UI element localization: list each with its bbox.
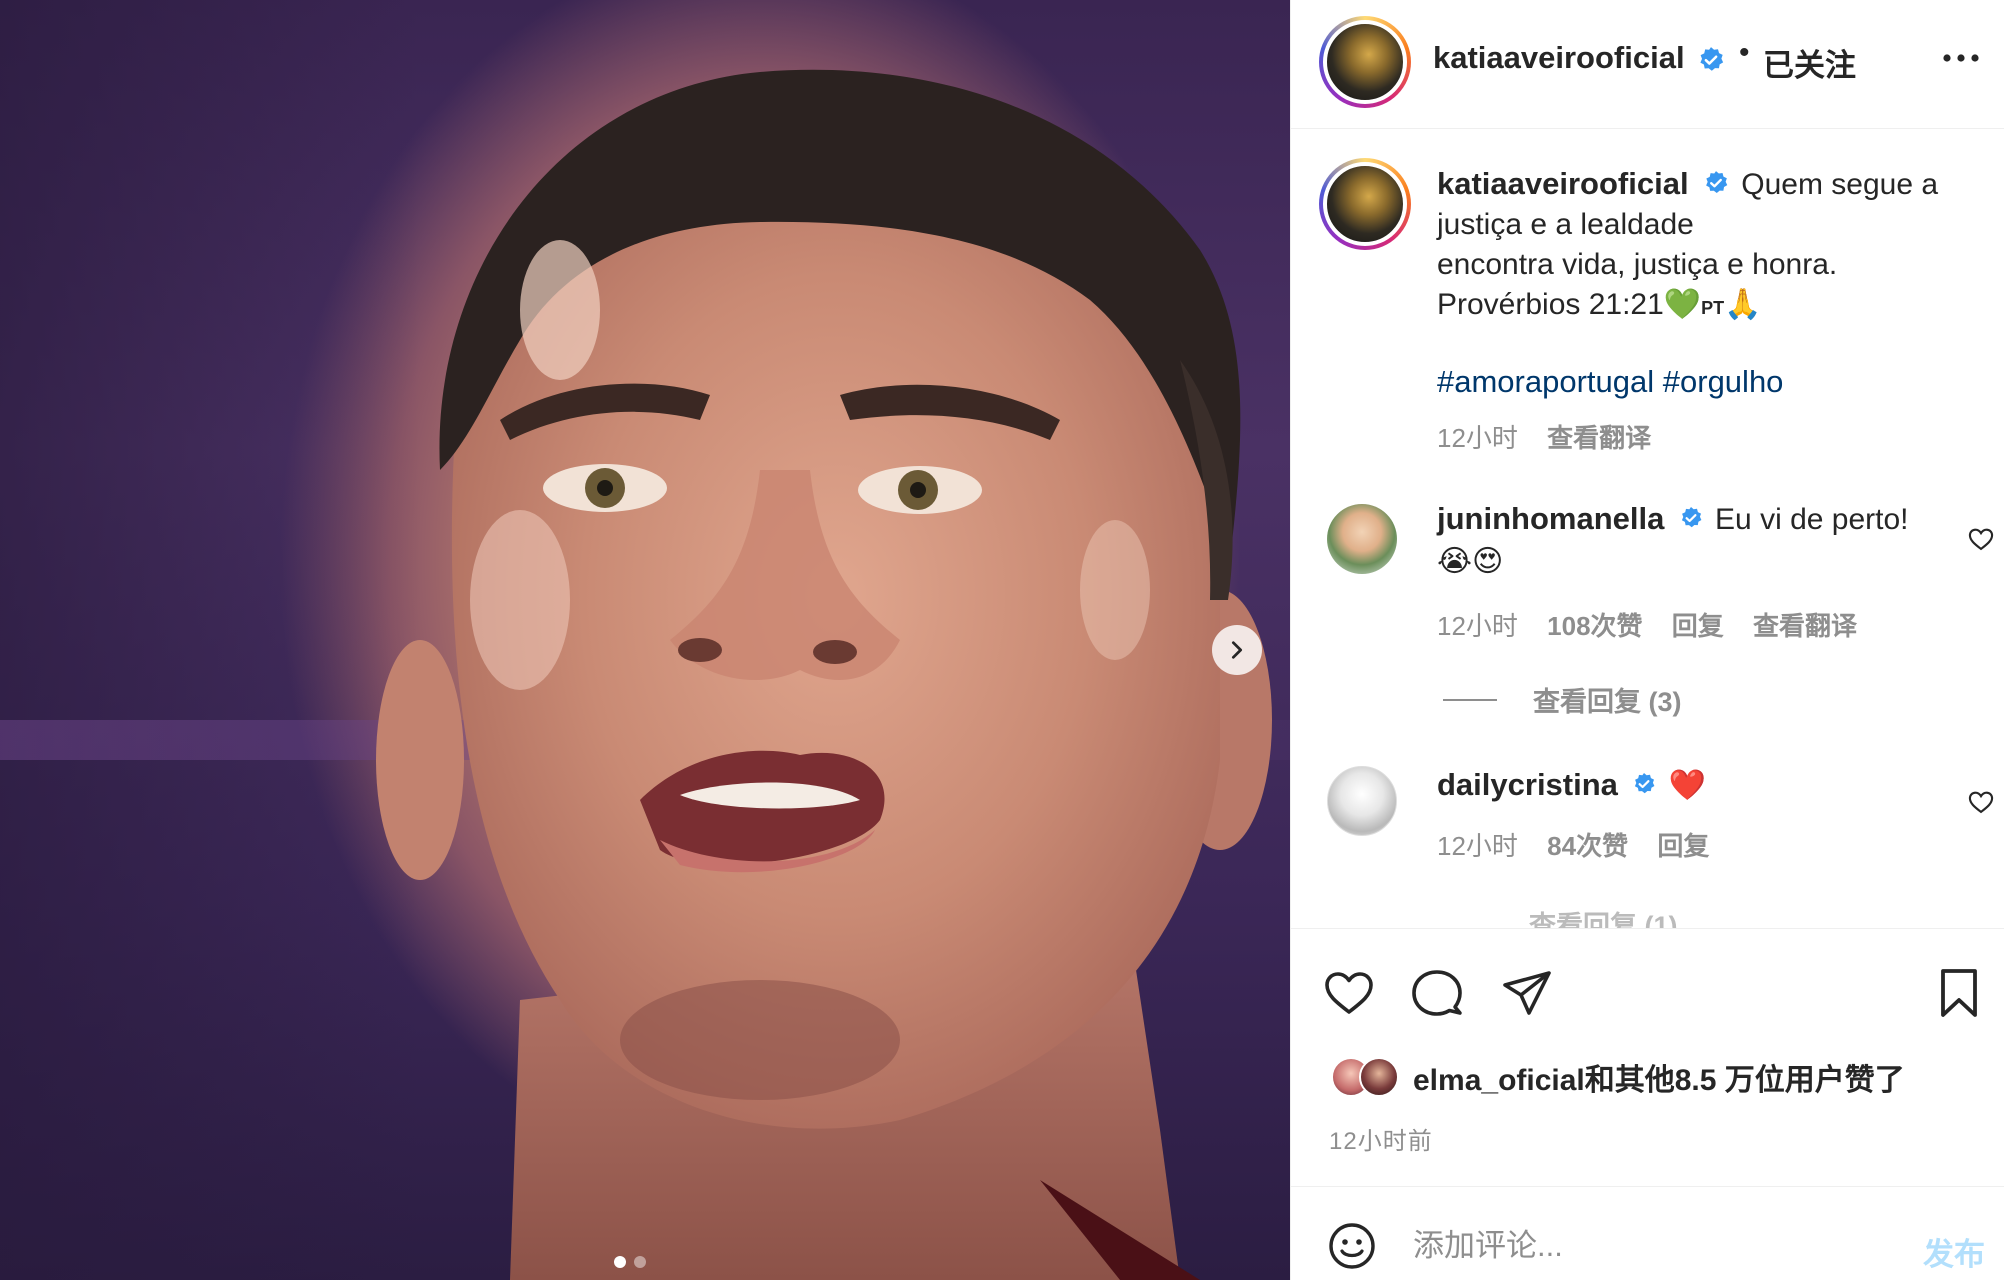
comment-like-heart-icon[interactable] (1967, 788, 1995, 816)
commenter-username[interactable]: juninhomanella (1437, 501, 1664, 536)
header-separator: • (1739, 36, 1750, 69)
author-username[interactable]: katiaaveirooficial (1433, 40, 1685, 76)
replies-line (1443, 698, 1497, 701)
chevron-right-icon (1231, 641, 1243, 659)
hashtag-link[interactable]: #amoraportugal (1437, 364, 1654, 399)
post-comment-button[interactable]: 发布 (1923, 1229, 1985, 1274)
comment-meta: 12小时 108次赞 回复 查看翻译 (1437, 606, 1879, 643)
see-translation-link[interactable]: 查看翻译 (1547, 423, 1651, 453)
pray-emoji: 🙏 (1724, 288, 1762, 321)
caption-hashtags: #amoraportugal #orgulho (1437, 364, 1783, 400)
comment-time: 12小时 (1437, 831, 1518, 861)
verified-badge-icon (1681, 507, 1702, 528)
carousel-dot-active (614, 1256, 626, 1268)
more-horizontal-icon[interactable] (1941, 48, 1981, 68)
reply-button[interactable]: 回复 (1672, 611, 1724, 641)
caption-line-3: Provérbios 21:21 (1437, 288, 1664, 321)
post-media[interactable] (0, 0, 1290, 1280)
emoji-smiley-icon[interactable] (1327, 1221, 1377, 1271)
comment-bubble-icon[interactable] (1409, 965, 1465, 1021)
share-send-icon[interactable] (1499, 965, 1555, 1021)
post-header: katiaaveirooficial • 已关注 (1291, 0, 2004, 129)
view-replies-button-partial[interactable]: 查看回复 (1) (1529, 904, 1678, 928)
verified-badge-icon (1700, 47, 1724, 71)
next-photo-button[interactable] (1212, 625, 1262, 675)
comment-body: dailycristina ❤️ (1437, 764, 1937, 807)
liked-by-text: elma_oficial和其他8.5 万位用户赞了 (1413, 1064, 1905, 1097)
green-heart-emoji: 💚 (1663, 288, 1702, 321)
hashtag-link[interactable]: #orgulho (1663, 364, 1784, 399)
view-replies-label: 查看回复 (3) (1533, 687, 1682, 717)
liked-by-summary[interactable]: elma_oficial和其他8.5 万位用户赞了 (1331, 1055, 1905, 1099)
caption-line-2: encontra vida, justiça e honra. (1437, 248, 1838, 281)
comment-emojis: 😭😍 (1437, 545, 1504, 578)
comment-meta: 12小时 84次赞 回复 (1437, 826, 1731, 863)
carousel-indicator (614, 1256, 646, 1268)
comment-likes-count[interactable]: 108次赞 (1547, 611, 1642, 641)
verified-badge-icon (1635, 773, 1655, 794)
post-photo (376, 69, 1272, 1280)
post-actions: elma_oficial和其他8.5 万位用户赞了 12小时前 (1291, 928, 2004, 1187)
comment-time: 12小时 (1437, 611, 1518, 641)
comment-text: ❤️ (1668, 769, 1706, 802)
comment-likes-count[interactable]: 84次赞 (1547, 831, 1628, 861)
caption-username[interactable]: katiaaveirooficial (1437, 166, 1689, 201)
comment-like-heart-icon[interactable] (1967, 525, 1995, 553)
post-caption: katiaaveirooficial Quem segue a justiça … (1437, 164, 1967, 328)
following-button[interactable]: 已关注 (1763, 40, 1856, 85)
author-avatar[interactable] (1319, 16, 1411, 108)
comments-list[interactable]: katiaaveirooficial Quem segue a justiça … (1291, 128, 2004, 928)
post-side-panel: katiaaveirooficial • 已关注 katiaaveiroofic… (1290, 0, 2004, 1280)
commenter-username[interactable]: dailycristina (1437, 767, 1618, 802)
add-comment-bar: 发布 (1291, 1186, 2004, 1281)
comment-body: juninhomanella Eu vi de perto! 😭😍 (1437, 498, 1937, 583)
commenter-avatar[interactable] (1327, 766, 1397, 836)
like-heart-icon[interactable] (1321, 965, 1377, 1021)
commenter-avatar[interactable] (1327, 504, 1397, 574)
reply-button[interactable]: 回复 (1657, 831, 1709, 861)
verified-badge-icon (1706, 171, 1728, 194)
caption-author-avatar[interactable] (1319, 158, 1411, 250)
caption-meta: 12小时 查看翻译 (1437, 418, 1673, 455)
comment-text: Eu vi de perto! (1715, 503, 1909, 536)
view-replies-button[interactable]: 查看回复 (3) (1443, 680, 1682, 719)
portugal-flag-label: PT (1701, 298, 1725, 318)
carousel-dot (634, 1256, 646, 1268)
save-bookmark-icon[interactable] (1931, 965, 1987, 1021)
see-translation-link[interactable]: 查看翻译 (1753, 611, 1857, 641)
caption-time: 12小时 (1437, 423, 1518, 453)
liker-avatar (1359, 1057, 1399, 1097)
post-timestamp[interactable]: 12小时前 (1329, 1121, 1433, 1156)
add-comment-input[interactable] (1411, 1215, 1875, 1277)
